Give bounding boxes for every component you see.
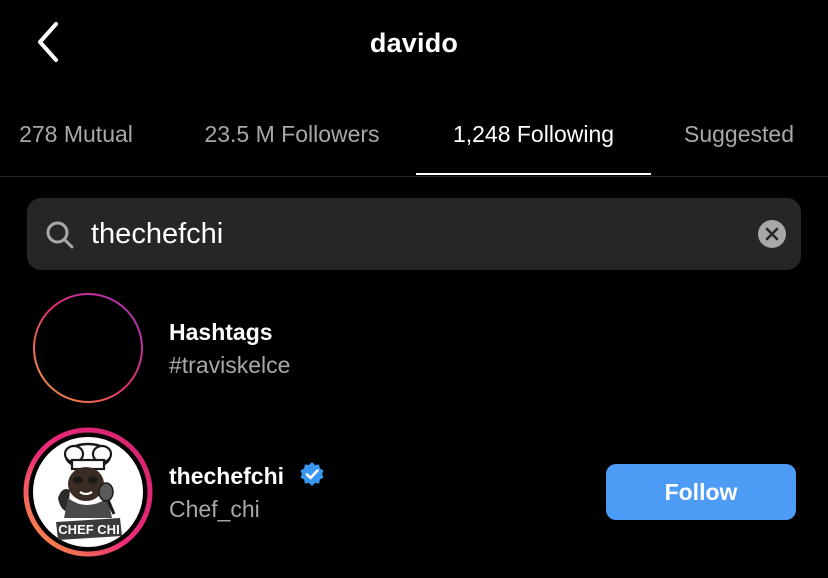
tab-suggested[interactable]: Suggested [665,92,813,176]
follow-button[interactable]: Follow [606,464,796,520]
username: thechefchi [169,463,285,489]
search-bar[interactable] [27,198,801,270]
avatar-logo-text: CHEF CHI [58,522,119,537]
tab-mutual[interactable]: 278 Mutual [0,92,152,176]
full-name: Chef_chi [169,496,260,522]
user-result[interactable]: CHEF CHI thechefchi Chef_chi Follow [0,426,828,558]
page-title: davido [369,28,459,58]
hashtags-title: Hashtags [169,319,273,345]
tab-bar: 278 Mutual 23.5 M Followers 1,248 Follow… [0,92,828,177]
hashtags-subtitle: #traviskelce [169,352,291,378]
clear-icon [765,227,779,241]
avatar[interactable]: CHEF CHI [22,426,154,558]
active-tab-indicator [416,173,651,175]
clear-search-button[interactable] [758,220,786,248]
tab-following[interactable]: 1,248 Following [416,92,651,176]
hashtags-result[interactable]: Hashtags #traviskelce [0,290,828,403]
hashtag-icon [33,293,143,403]
tab-followers[interactable]: 23.5 M Followers [182,92,402,176]
header: davido [0,0,828,92]
search-icon [46,221,74,249]
verified-badge-icon [300,462,324,486]
search-input[interactable] [91,198,731,270]
